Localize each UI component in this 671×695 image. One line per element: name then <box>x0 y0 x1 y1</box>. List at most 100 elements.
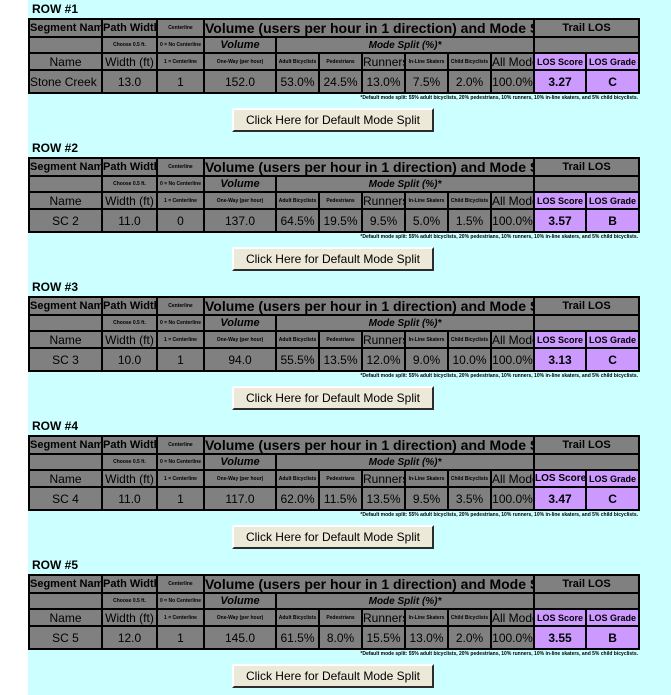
namerow-all-modes: All Modes <box>489 191 536 210</box>
namerow-width: Width (ft) <box>101 52 158 71</box>
cell-centerline[interactable]: 1 <box>156 69 205 94</box>
cell-all-modes: 100.0% <box>489 69 536 94</box>
namerow-all-modes: All Modes <box>489 330 536 349</box>
cell-centerline[interactable]: 0 <box>156 208 205 233</box>
default-mode-split-button-wrap: Click Here for Default Mode Split <box>28 658 638 695</box>
header-segment-name: Segment Name <box>28 157 103 177</box>
namerow-adult-bicyclists: Adult Bicyclists <box>275 469 320 488</box>
namerow-all-modes: All Modes <box>489 608 536 627</box>
table-header-row: Segment Name Path Width Centerline Volum… <box>28 157 641 177</box>
cell-los-grade: C <box>585 486 641 511</box>
default-mode-split-button[interactable]: Click Here for Default Mode Split <box>231 664 435 688</box>
namerow-name: Name <box>28 608 103 627</box>
row-block: ROW #2 Segment Name Path Width Centerlin… <box>28 139 671 278</box>
cell-inline-skaters[interactable]: 9.0% <box>404 347 449 372</box>
cell-adult-bicyclists[interactable]: 62.0% <box>275 486 320 511</box>
header-volume-mode-split: Volume (users per hour in 1 direction) a… <box>202 435 536 455</box>
namerow-all-modes: All Modes <box>489 52 536 71</box>
header-path-width: Path Width <box>101 574 158 594</box>
header-path-width: Path Width <box>101 157 158 177</box>
namerow-runners: Runners <box>361 191 406 210</box>
cell-width[interactable]: 11.0 <box>101 486 158 511</box>
cell-centerline[interactable]: 1 <box>156 486 205 511</box>
trail-los-table: Segment Name Path Width Centerline Volum… <box>28 157 641 233</box>
cell-all-modes: 100.0% <box>489 208 536 233</box>
namerow-child-bicyclists: Child Bicyclists <box>447 52 492 71</box>
trail-los-table: Segment Name Path Width Centerline Volum… <box>28 18 641 94</box>
cell-pedestrians[interactable]: 8.0% <box>318 625 363 650</box>
cell-child-bicyclists[interactable]: 2.0% <box>447 69 492 94</box>
subheader-mode-split-label: Mode Split (%)* <box>274 36 536 54</box>
cell-runners[interactable]: 13.0% <box>361 69 406 94</box>
subheader-volume-label: Volume <box>203 453 277 471</box>
cell-runners[interactable]: 13.5% <box>361 486 406 511</box>
cell-segment-name[interactable]: SC 3 <box>28 347 103 372</box>
cell-width[interactable]: 11.0 <box>101 208 158 233</box>
namerow-los-score: LOS Score <box>533 52 588 71</box>
cell-runners[interactable]: 15.5% <box>361 625 406 650</box>
default-mode-split-button[interactable]: Click Here for Default Mode Split <box>231 386 435 410</box>
cell-inline-skaters[interactable]: 13.0% <box>404 625 449 650</box>
cell-adult-bicyclists[interactable]: 55.5% <box>275 347 320 372</box>
cell-pedestrians[interactable]: 24.5% <box>318 69 363 94</box>
cell-runners[interactable]: 12.0% <box>361 347 406 372</box>
table-header-row: Segment Name Path Width Centerline Volum… <box>28 18 641 38</box>
cell-pedestrians[interactable]: 13.5% <box>318 347 363 372</box>
cell-segment-name[interactable]: SC 5 <box>28 625 103 650</box>
cell-inline-skaters[interactable]: 9.5% <box>404 486 449 511</box>
subheader-blank-los <box>533 592 641 610</box>
cell-oneway-volume[interactable]: 137.0 <box>203 208 277 233</box>
namerow-name: Name <box>28 191 103 210</box>
cell-segment-name[interactable]: SC 2 <box>28 208 103 233</box>
trail-los-table: Segment Name Path Width Centerline Volum… <box>28 435 641 511</box>
subheader-centerline-note: 0 = No Centerline <box>156 453 205 471</box>
default-mode-split-button[interactable]: Click Here for Default Mode Split <box>231 247 435 271</box>
cell-segment-name[interactable]: SC 4 <box>28 486 103 511</box>
namerow-los-grade: LOS Grade <box>585 608 641 627</box>
namerow-oneway: One-Way (per hour) <box>203 608 277 627</box>
subheader-width-note: Choose 0.5 ft. <box>101 314 158 332</box>
namerow-los-grade: LOS Grade <box>585 52 641 71</box>
cell-los-score: 3.27 <box>533 69 588 94</box>
cell-oneway-volume[interactable]: 94.0 <box>203 347 277 372</box>
namerow-los-score: LOS Score <box>533 608 588 627</box>
cell-inline-skaters[interactable]: 7.5% <box>404 69 449 94</box>
cell-pedestrians[interactable]: 19.5% <box>318 208 363 233</box>
cell-inline-skaters[interactable]: 5.0% <box>404 208 449 233</box>
namerow-los-score: LOS Score <box>533 191 588 210</box>
cell-child-bicyclists[interactable]: 2.0% <box>447 625 492 650</box>
table-namerow: Name Width (ft) 1 = Centerline One-Way (… <box>28 608 641 627</box>
cell-child-bicyclists[interactable]: 3.5% <box>447 486 492 511</box>
cell-child-bicyclists[interactable]: 10.0% <box>447 347 492 372</box>
table-row: SC 5 12.0 1 145.0 61.5% 8.0% 15.5% 13.0%… <box>28 625 641 650</box>
subheader-mode-split-label: Mode Split (%)* <box>274 175 536 193</box>
cell-width[interactable]: 12.0 <box>101 625 158 650</box>
cell-adult-bicyclists[interactable]: 61.5% <box>275 625 320 650</box>
cell-adult-bicyclists[interactable]: 64.5% <box>275 208 320 233</box>
cell-pedestrians[interactable]: 11.5% <box>318 486 363 511</box>
default-mode-split-button[interactable]: Click Here for Default Mode Split <box>231 108 435 132</box>
default-mode-split-button[interactable]: Click Here for Default Mode Split <box>231 525 435 549</box>
default-mode-split-button-wrap: Click Here for Default Mode Split <box>28 241 638 278</box>
cell-child-bicyclists[interactable]: 1.5% <box>447 208 492 233</box>
cell-runners[interactable]: 9.5% <box>361 208 406 233</box>
mode-split-footnote: *Default mode split: 55% adult bicyclist… <box>28 511 638 519</box>
cell-oneway-volume[interactable]: 152.0 <box>203 69 277 94</box>
cell-centerline[interactable]: 1 <box>156 625 205 650</box>
cell-width[interactable]: 10.0 <box>101 347 158 372</box>
cell-segment-name[interactable]: Stone Creek 1 <box>28 69 103 94</box>
header-segment-name: Segment Name <box>28 18 103 38</box>
cell-centerline[interactable]: 1 <box>156 347 205 372</box>
row-label: ROW #1 <box>28 0 671 18</box>
row-label: ROW #4 <box>28 417 671 435</box>
cell-oneway-volume[interactable]: 145.0 <box>203 625 277 650</box>
cell-oneway-volume[interactable]: 117.0 <box>203 486 277 511</box>
namerow-inline-skaters: In-Line Skaters <box>404 52 449 71</box>
namerow-inline-skaters: In-Line Skaters <box>404 608 449 627</box>
cell-width[interactable]: 13.0 <box>101 69 158 94</box>
header-path-width: Path Width <box>101 18 158 38</box>
namerow-name: Name <box>28 469 103 488</box>
cell-adult-bicyclists[interactable]: 53.0% <box>275 69 320 94</box>
header-trail-los: Trail LOS <box>533 296 641 316</box>
namerow-oneway: One-Way (per hour) <box>203 469 277 488</box>
